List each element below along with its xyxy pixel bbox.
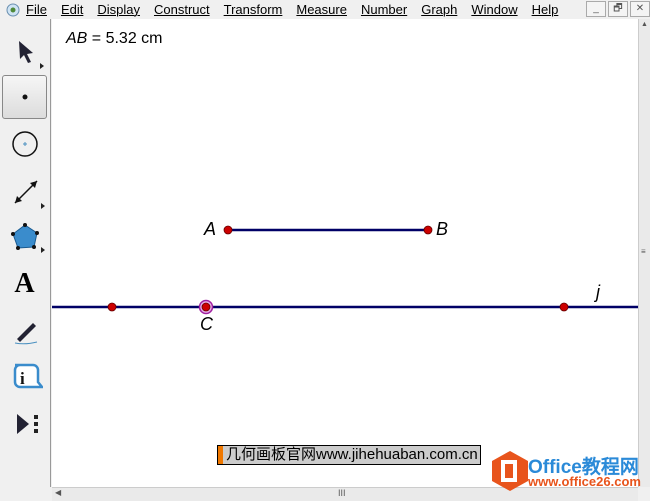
sketch-canvas[interactable]: AB = 5.32 cm A B C j 几何画板官网www.jihehuaba… xyxy=(52,19,638,487)
point-a[interactable] xyxy=(223,225,233,235)
text-tool[interactable]: A xyxy=(2,262,47,306)
line-point-right[interactable] xyxy=(559,302,569,312)
arrow-tool[interactable] xyxy=(2,29,47,73)
svg-text:i: i xyxy=(20,369,25,388)
menu-bar: File Edit Display Construct Transform Me… xyxy=(0,0,650,19)
menu-transform[interactable]: Transform xyxy=(224,2,283,17)
circle-icon xyxy=(11,131,38,157)
menu-help[interactable]: Help xyxy=(532,2,559,17)
label-a[interactable]: A xyxy=(204,219,216,240)
point-icon xyxy=(22,94,27,100)
office-logo-icon xyxy=(492,451,528,491)
arrow-icon xyxy=(18,41,44,69)
caption-text[interactable]: 几何画板官网www.jihehuaban.com.cn xyxy=(217,445,481,465)
label-b[interactable]: B xyxy=(436,219,448,240)
polygon-icon xyxy=(10,223,45,253)
app-icon[interactable] xyxy=(4,2,22,18)
polygon-tool[interactable] xyxy=(2,215,47,259)
menu-number[interactable]: Number xyxy=(361,2,407,17)
menu-construct[interactable]: Construct xyxy=(154,2,210,17)
point-b[interactable] xyxy=(423,225,433,235)
text-a-icon: A xyxy=(14,268,35,299)
marker-icon xyxy=(14,323,37,345)
label-c[interactable]: C xyxy=(200,314,213,335)
toolbox: A i xyxy=(0,19,51,487)
watermark: Office教程网 www.office26.com xyxy=(490,450,650,491)
menu-graph[interactable]: Graph xyxy=(421,2,457,17)
line-point-left[interactable] xyxy=(107,302,117,312)
menu-measure[interactable]: Measure xyxy=(296,2,347,17)
straightedge-tool[interactable] xyxy=(2,169,47,213)
segment-icon xyxy=(13,180,45,209)
restore-button[interactable]: 🗗 xyxy=(608,1,628,17)
point-tool[interactable] xyxy=(2,75,47,119)
point-c[interactable] xyxy=(201,302,211,312)
compass-tool[interactable] xyxy=(2,122,47,166)
vertical-scrollbar[interactable]: ▲ ≡ xyxy=(638,19,650,487)
marker-tool[interactable] xyxy=(2,309,47,353)
menu-window[interactable]: Window xyxy=(471,2,517,17)
close-button[interactable]: ✕ xyxy=(630,1,650,17)
information-tool[interactable]: i xyxy=(2,355,47,399)
custom-tools-icon xyxy=(16,414,38,434)
info-icon: i xyxy=(13,363,43,389)
label-j[interactable]: j xyxy=(596,282,600,303)
minimize-button[interactable]: _ xyxy=(586,1,606,17)
menu-edit[interactable]: Edit xyxy=(61,2,83,17)
menu-file[interactable]: File xyxy=(26,2,47,17)
custom-tool[interactable] xyxy=(2,402,47,446)
menu-display[interactable]: Display xyxy=(97,2,140,17)
